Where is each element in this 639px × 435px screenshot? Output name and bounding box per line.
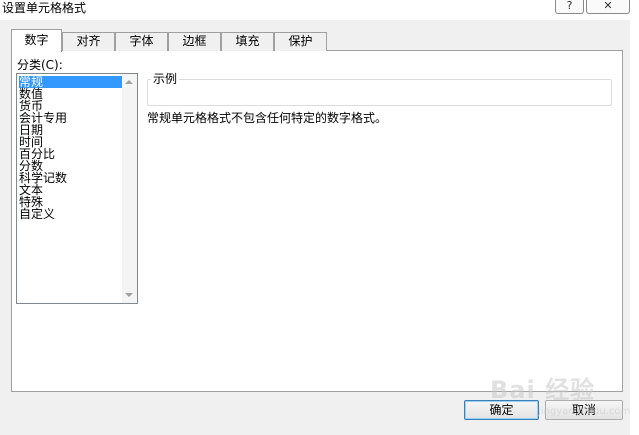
scroll-down-arrow-icon[interactable] bbox=[125, 293, 133, 297]
window-edge bbox=[630, 20, 639, 435]
category-scrollbar[interactable] bbox=[122, 74, 137, 303]
cancel-button[interactable]: 取消 bbox=[545, 400, 623, 420]
category-item-custom[interactable]: 自定义 bbox=[19, 208, 122, 220]
tab-alignment[interactable]: 对齐 bbox=[62, 32, 115, 51]
help-icon: ? bbox=[566, 0, 573, 12]
scroll-up-arrow-icon[interactable] bbox=[125, 80, 133, 84]
ok-button[interactable]: 确定 bbox=[464, 400, 539, 420]
title-bar[interactable]: 设置单元格格式 ? ✕ bbox=[0, 0, 639, 20]
format-description: 常规单元格格式不包含任何特定的数字格式。 bbox=[147, 111, 388, 125]
tab-border[interactable]: 边框 bbox=[168, 32, 221, 51]
format-cells-dialog: 设置单元格格式 ? ✕ 数字 对齐 字体 边框 填充 保护 分类(C): 常规 … bbox=[0, 0, 639, 435]
category-listbox[interactable]: 常规 数值 货币 会计专用 日期 时间 百分比 分数 科学记数 文本 特殊 自定… bbox=[16, 73, 138, 304]
close-button[interactable]: ✕ bbox=[586, 0, 630, 14]
sample-box bbox=[147, 79, 612, 106]
tab-number[interactable]: 数字 bbox=[11, 29, 62, 52]
category-label: 分类(C): bbox=[17, 58, 63, 72]
tab-fill[interactable]: 填充 bbox=[221, 32, 274, 51]
close-icon: ✕ bbox=[603, 0, 613, 12]
tab-protection[interactable]: 保护 bbox=[274, 32, 327, 51]
sample-label: 示例 bbox=[151, 72, 180, 86]
tab-font[interactable]: 字体 bbox=[115, 32, 168, 51]
help-button[interactable]: ? bbox=[555, 0, 584, 14]
window-title: 设置单元格格式 bbox=[2, 1, 87, 15]
